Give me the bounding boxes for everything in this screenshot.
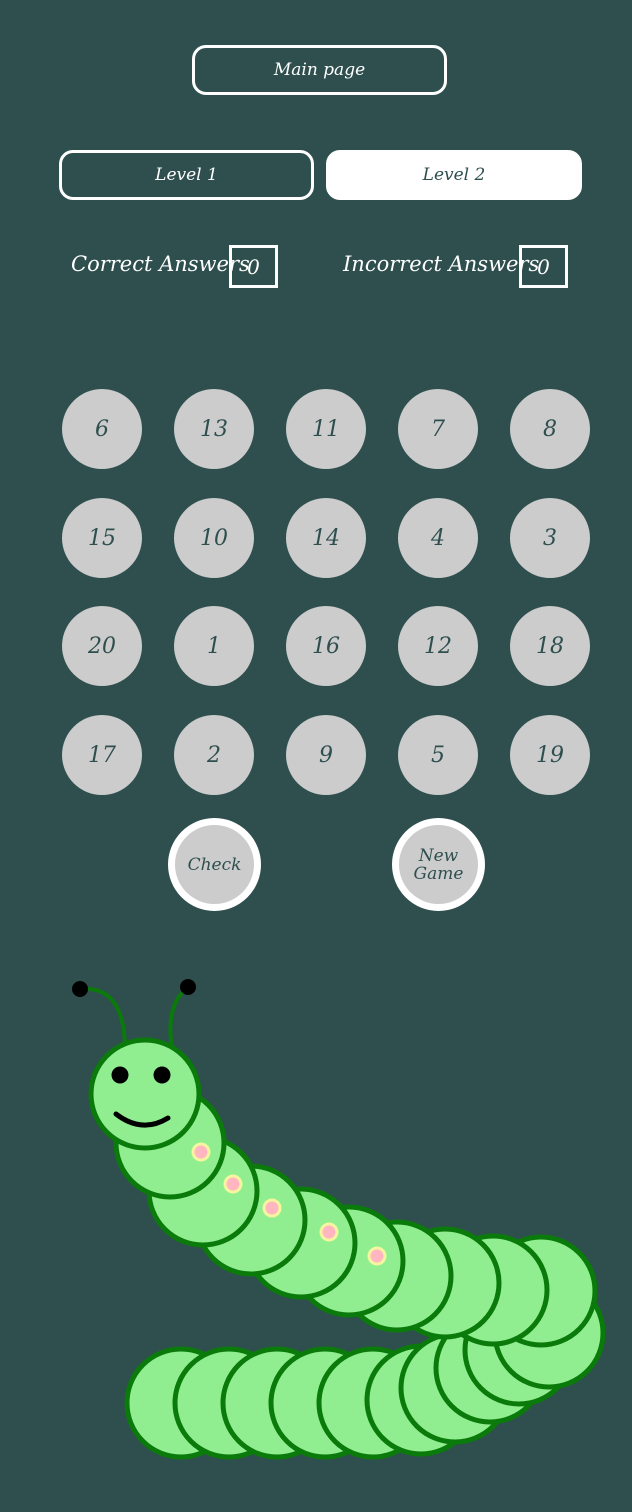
caterpillar-antenna — [168, 985, 190, 1049]
caterpillar-illustration — [72, 979, 606, 1460]
number-tile[interactable]: 18 — [510, 606, 590, 686]
caterpillar-spot — [223, 1174, 243, 1194]
caterpillar-eye — [153, 1066, 171, 1084]
caterpillar-spot — [319, 1222, 339, 1242]
number-tile[interactable]: 8 — [510, 389, 590, 469]
correct-answers-label: Correct Answers — [71, 252, 250, 276]
number-tile[interactable]: 20 — [62, 606, 142, 686]
number-tile[interactable]: 7 — [398, 389, 478, 469]
number-tile[interactable]: 5 — [398, 715, 478, 795]
caterpillar-antenna — [79, 986, 127, 1051]
caterpillar-spot — [262, 1198, 282, 1218]
number-tile[interactable]: 3 — [510, 498, 590, 578]
number-tile[interactable]: 15 — [62, 498, 142, 578]
number-tile[interactable]: 4 — [398, 498, 478, 578]
caterpillar-spot — [367, 1246, 387, 1266]
level-1-button[interactable]: Level 1 — [59, 150, 314, 200]
antenna-tip — [72, 981, 88, 997]
number-tile[interactable]: 17 — [62, 715, 142, 795]
number-tile[interactable]: 2 — [174, 715, 254, 795]
caterpillar-eye — [111, 1066, 129, 1084]
number-tile[interactable]: 6 — [62, 389, 142, 469]
number-tile[interactable]: 16 — [286, 606, 366, 686]
correct-answers-count: 0 — [229, 245, 278, 288]
main-page-button[interactable]: Main page — [192, 45, 447, 95]
caterpillar-head — [88, 1037, 202, 1151]
incorrect-answers-count: 0 — [519, 245, 568, 288]
new-game-button[interactable]: New Game — [392, 818, 485, 911]
number-tile[interactable]: 1 — [174, 606, 254, 686]
caterpillar-spot — [191, 1142, 211, 1162]
new-game-label: New Game — [413, 845, 464, 884]
number-tile[interactable]: 10 — [174, 498, 254, 578]
level-2-button[interactable]: Level 2 — [326, 150, 582, 200]
number-tile[interactable]: 9 — [286, 715, 366, 795]
number-tile[interactable]: 12 — [398, 606, 478, 686]
number-tile[interactable]: 19 — [510, 715, 590, 795]
number-tile[interactable]: 14 — [286, 498, 366, 578]
incorrect-answers-label: Incorrect Answers — [343, 252, 540, 276]
number-tile[interactable]: 11 — [286, 389, 366, 469]
number-tile[interactable]: 13 — [174, 389, 254, 469]
antenna-tip — [180, 979, 196, 995]
check-button[interactable]: Check — [168, 818, 261, 911]
